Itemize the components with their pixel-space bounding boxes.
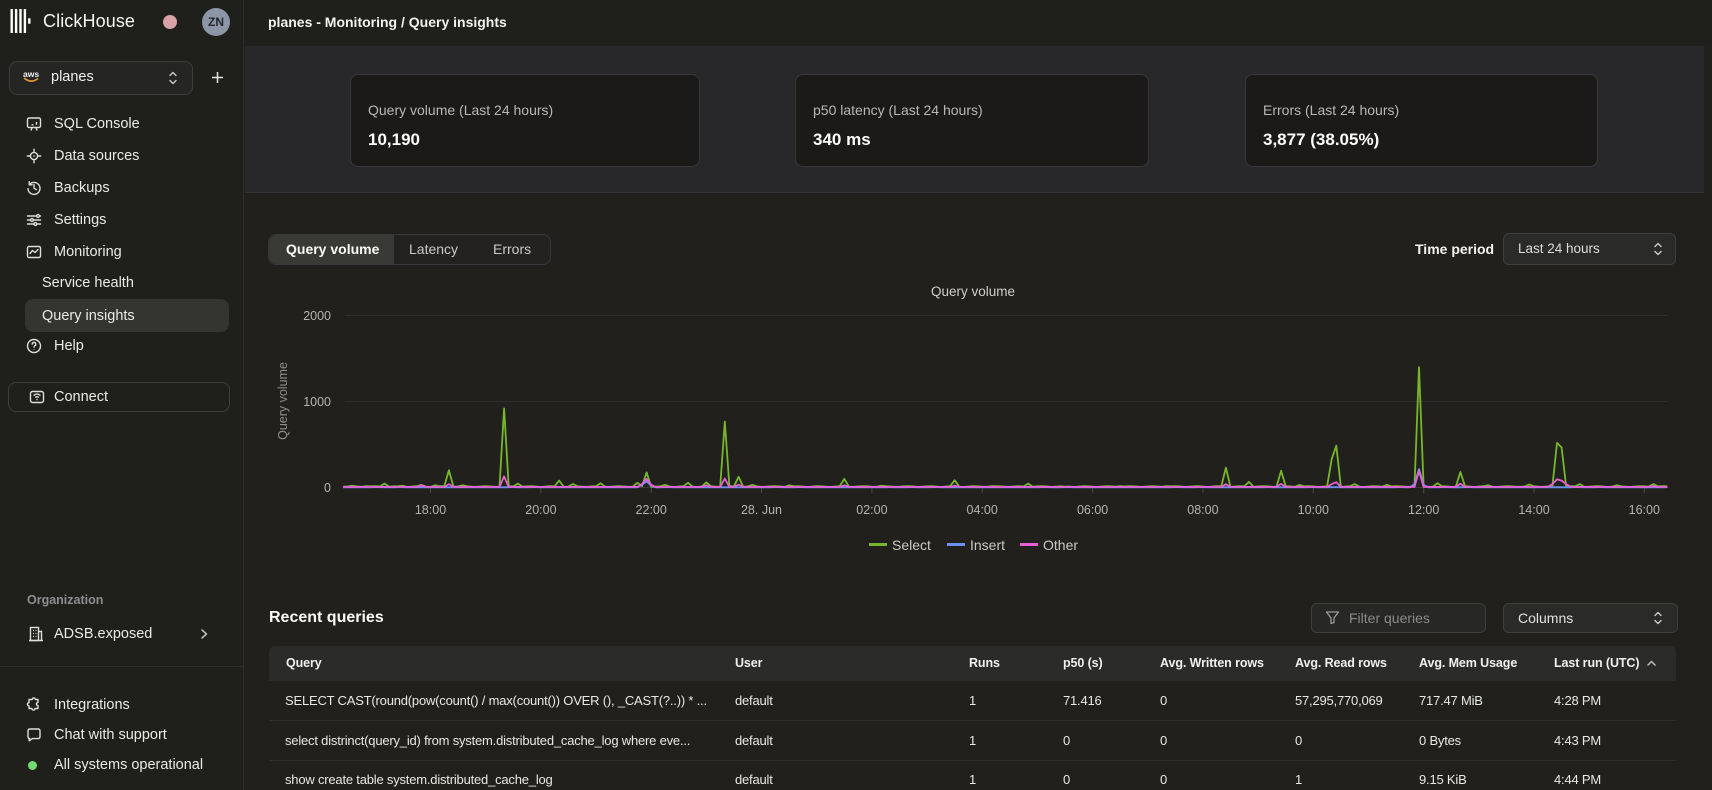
svg-text:1000: 1000 xyxy=(303,395,331,409)
svg-text:18:00: 18:00 xyxy=(415,503,446,517)
svg-text:08:00: 08:00 xyxy=(1187,503,1218,517)
svg-text:04:00: 04:00 xyxy=(967,503,998,517)
svg-text:06:00: 06:00 xyxy=(1077,503,1108,517)
svg-text:28. Jun: 28. Jun xyxy=(741,503,782,517)
svg-text:Query volume: Query volume xyxy=(276,362,290,440)
svg-text:02:00: 02:00 xyxy=(856,503,887,517)
svg-text:16:00: 16:00 xyxy=(1629,503,1660,517)
svg-text:0: 0 xyxy=(324,481,331,495)
svg-text:12:00: 12:00 xyxy=(1408,503,1439,517)
svg-text:20:00: 20:00 xyxy=(525,503,556,517)
svg-text:10:00: 10:00 xyxy=(1298,503,1329,517)
svg-text:14:00: 14:00 xyxy=(1518,503,1549,517)
svg-text:Query volume: Query volume xyxy=(931,284,1015,299)
svg-text:22:00: 22:00 xyxy=(636,503,667,517)
svg-text:2000: 2000 xyxy=(303,309,331,323)
